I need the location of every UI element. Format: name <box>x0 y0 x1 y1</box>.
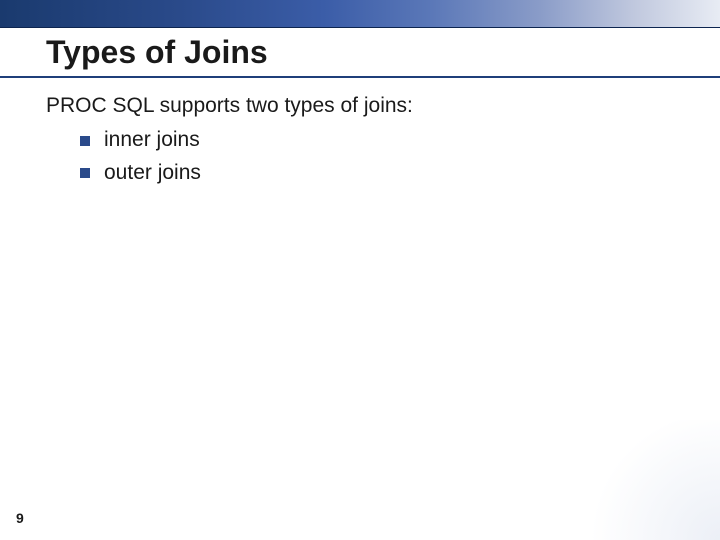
bullet-label: outer joins <box>104 159 201 187</box>
intro-text: PROC SQL supports two types of joins: <box>46 92 680 120</box>
slide: Types of Joins PROC SQL supports two typ… <box>0 0 720 540</box>
slide-title: Types of Joins <box>46 34 268 71</box>
page-number: 9 <box>16 510 24 526</box>
square-bullet-icon <box>80 168 90 178</box>
list-item: outer joins <box>80 159 680 187</box>
header-banner <box>0 0 720 28</box>
title-underline <box>0 76 720 78</box>
content-area: PROC SQL supports two types of joins: in… <box>46 92 680 187</box>
corner-decoration <box>580 420 720 540</box>
bullet-label: inner joins <box>104 126 200 154</box>
square-bullet-icon <box>80 136 90 146</box>
list-item: inner joins <box>80 126 680 154</box>
